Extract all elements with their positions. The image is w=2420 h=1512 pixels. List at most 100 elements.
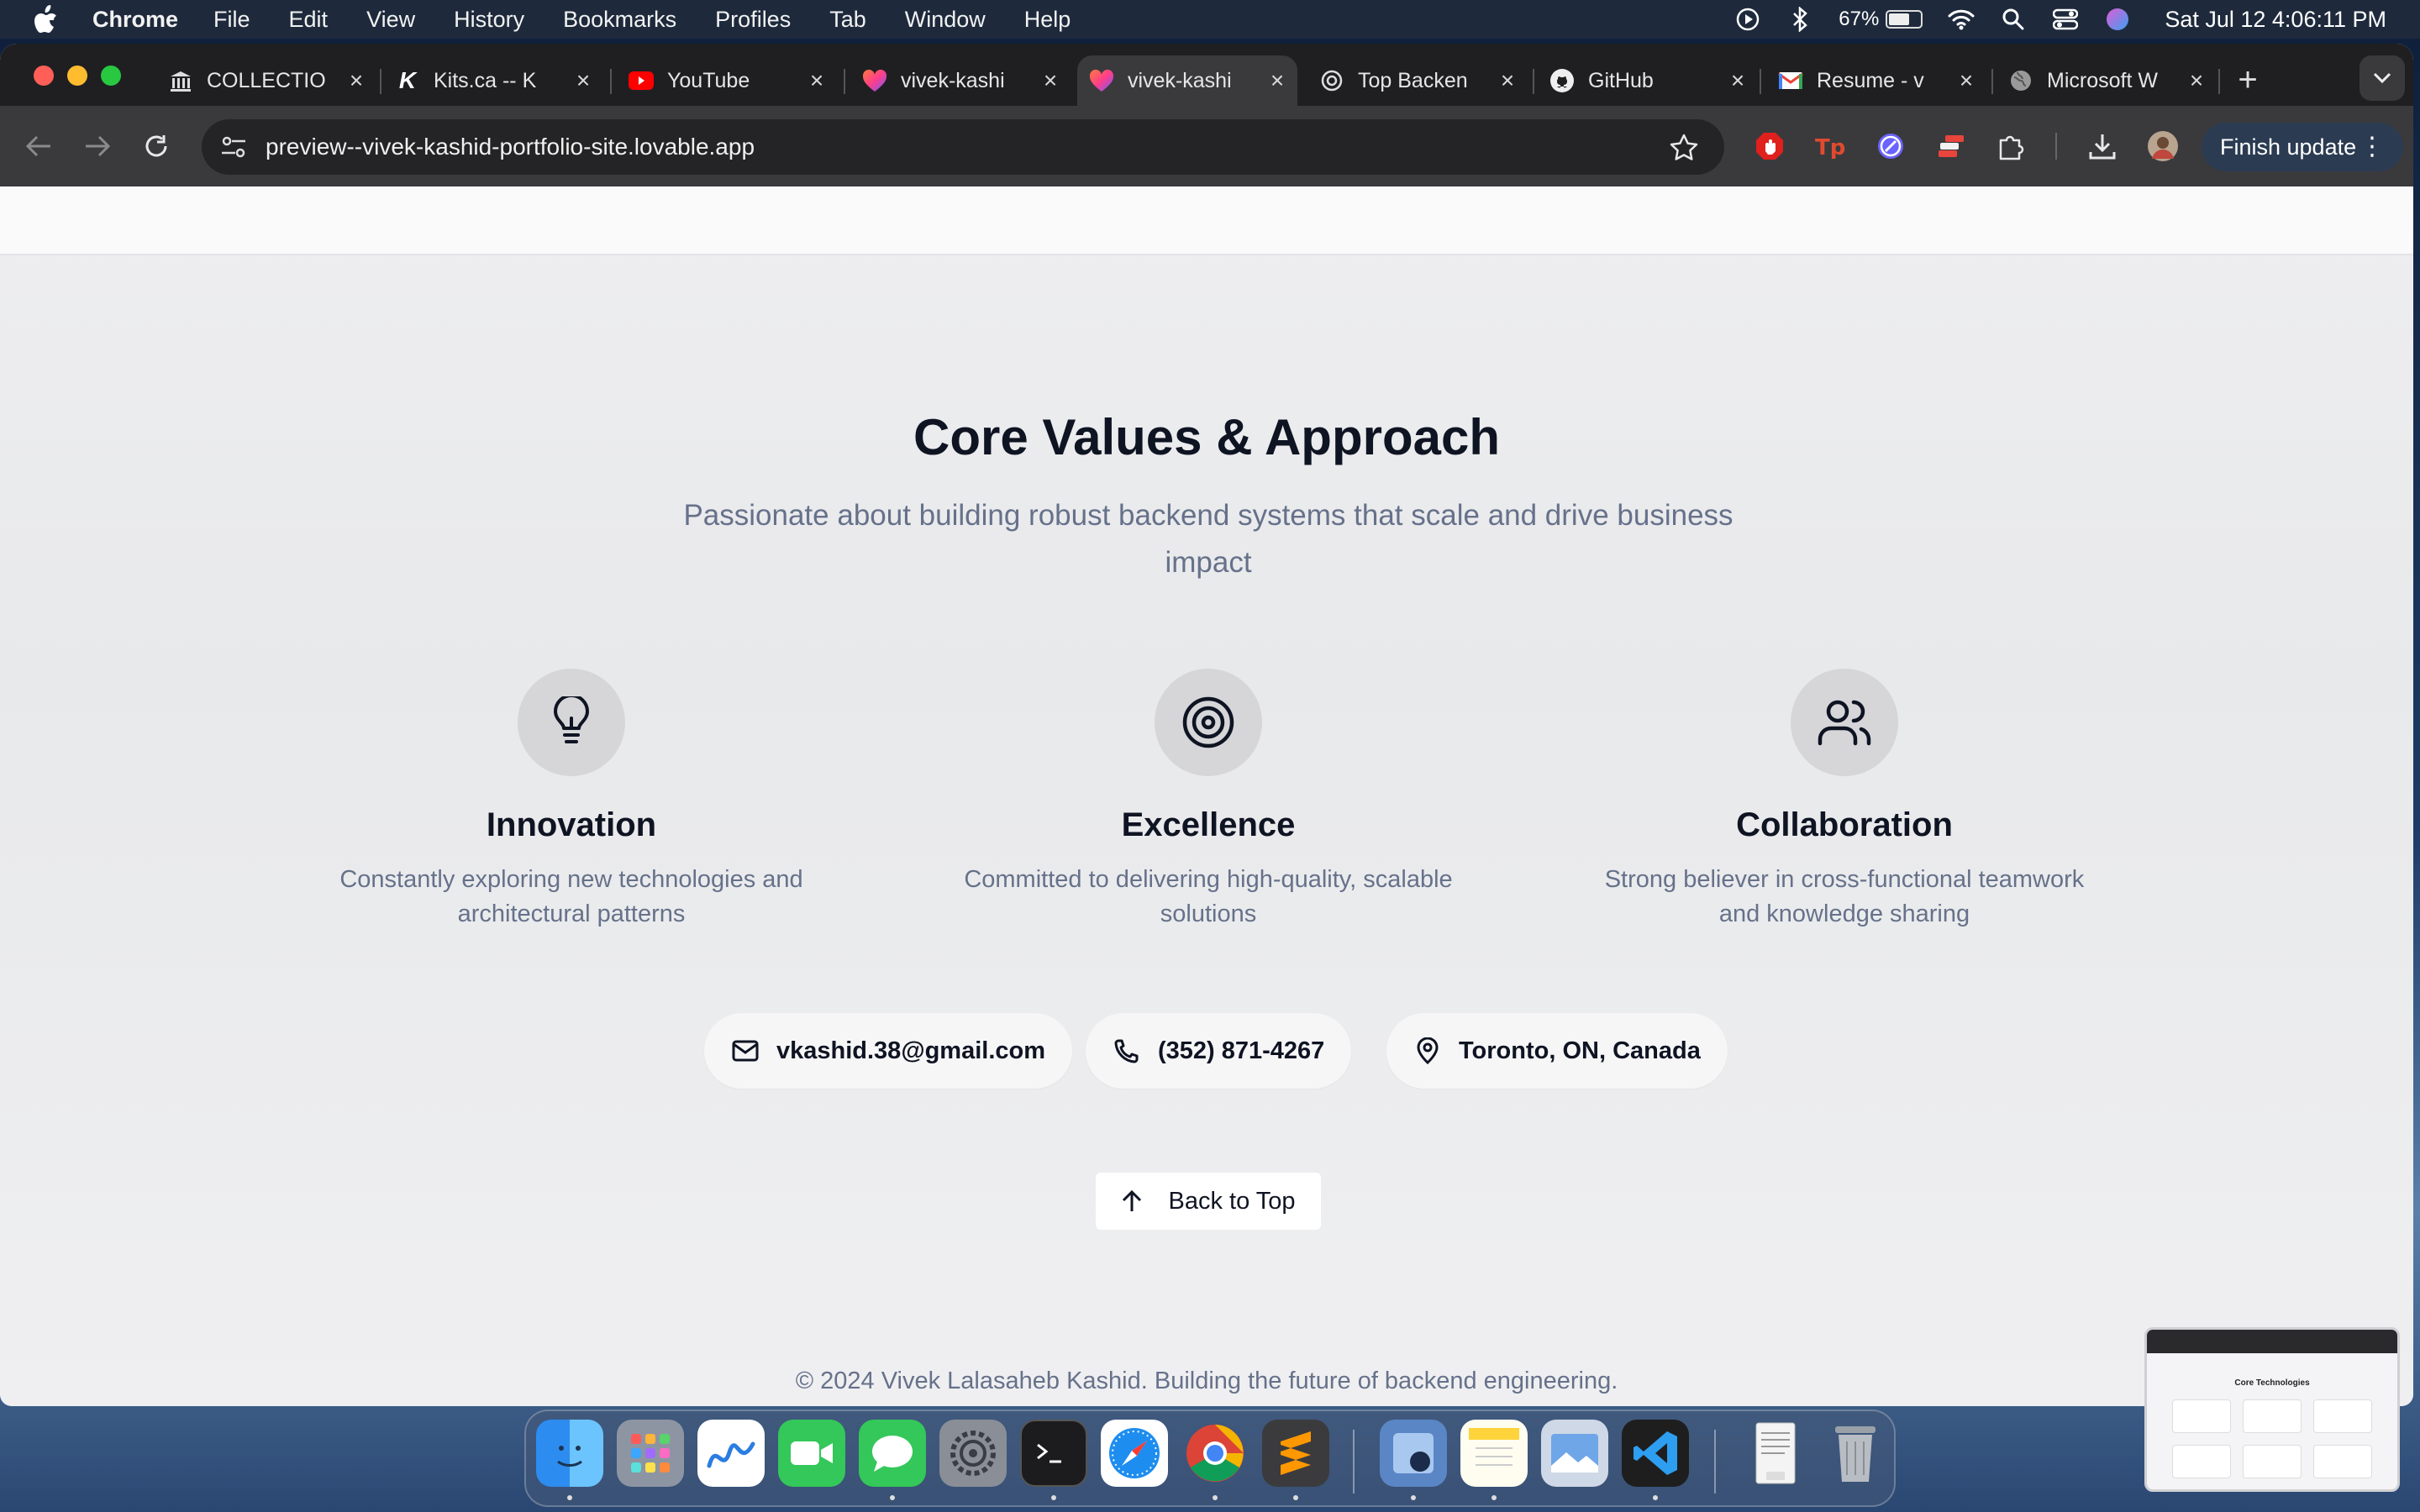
spotlight-search-icon[interactable] — [2000, 6, 2027, 33]
siri-icon[interactable] — [2104, 6, 2131, 33]
previous-section-edge — [0, 186, 2413, 255]
youtube-icon — [629, 71, 654, 90]
notes-icon[interactable] — [1460, 1420, 1528, 1487]
tab-top-backend[interactable]: Top Backen × — [1307, 55, 1528, 106]
zoom-window-button[interactable] — [101, 66, 121, 86]
image-viewer-icon[interactable] — [1541, 1420, 1608, 1487]
menu-edit[interactable]: Edit — [289, 7, 329, 33]
menu-profiles[interactable]: Profiles — [715, 7, 791, 33]
stack-extension-icon[interactable] — [1934, 129, 1968, 163]
menu-help[interactable]: Help — [1024, 7, 1071, 33]
profile-avatar[interactable] — [2146, 129, 2180, 163]
phone-icon — [1113, 1037, 1141, 1065]
close-tab-icon[interactable]: × — [803, 67, 830, 94]
dock-separator — [1714, 1430, 1716, 1494]
tab-youtube[interactable]: YouTube × — [617, 55, 837, 106]
back-to-top-button[interactable]: Back to Top — [1096, 1173, 1321, 1230]
address-bar[interactable]: preview--vivek-kashid-portfolio-site.lov… — [202, 119, 1724, 175]
tab-title: vivek-kashi — [1128, 68, 1232, 92]
tab-resume-gmail[interactable]: Resume - v × — [1766, 55, 1986, 106]
tab-vivek-kashid-active[interactable]: vivek-kashi × — [1077, 55, 1297, 106]
phone-contact-pill[interactable]: (352) 871-4267 — [1086, 1013, 1352, 1089]
close-tab-icon[interactable]: × — [1953, 67, 1980, 94]
running-indicator — [567, 1495, 572, 1500]
messages-icon[interactable] — [859, 1420, 926, 1487]
close-tab-icon[interactable]: × — [1037, 67, 1064, 94]
downloads-icon[interactable] — [2086, 129, 2119, 163]
menubar-clock[interactable]: Sat Jul 12 4:06:11 PM — [2165, 7, 2386, 33]
screenshot-thumbnail[interactable]: Core Technologies — [2144, 1327, 2400, 1492]
battery-icon — [1886, 10, 1923, 29]
forward-button[interactable] — [79, 128, 116, 165]
sublime-text-icon[interactable] — [1262, 1420, 1329, 1487]
tab-vivek-kashid-1[interactable]: vivek-kashi × — [850, 55, 1071, 106]
terminal-icon[interactable] — [1020, 1420, 1087, 1487]
url-text[interactable]: preview--vivek-kashid-portfolio-site.lov… — [266, 134, 755, 160]
bookmark-star-icon[interactable] — [1669, 133, 1699, 163]
bluetooth-icon[interactable] — [1786, 6, 1813, 33]
close-tab-icon[interactable]: × — [570, 67, 597, 94]
close-window-button[interactable] — [34, 66, 54, 86]
launchpad-icon[interactable] — [617, 1420, 684, 1487]
close-tab-icon[interactable]: × — [343, 67, 370, 94]
tab-github[interactable]: GitHub × — [1538, 55, 1758, 106]
chrome-icon[interactable] — [1181, 1420, 1249, 1487]
tp-extension-icon[interactable]: Tp — [1813, 129, 1847, 163]
back-button[interactable] — [20, 128, 57, 165]
safari-icon[interactable] — [1101, 1420, 1168, 1487]
close-tab-icon[interactable]: × — [1494, 67, 1521, 94]
trash-icon[interactable] — [1822, 1420, 1889, 1487]
section-title: Core Values & Approach — [913, 409, 1500, 465]
menu-app-chrome[interactable]: Chrome — [92, 7, 178, 33]
documents-stack-icon[interactable] — [1741, 1420, 1808, 1487]
site-info-icon[interactable] — [218, 132, 249, 162]
tab-search-button[interactable] — [2360, 55, 2405, 101]
reload-button[interactable] — [138, 128, 175, 165]
icon-circle — [1791, 669, 1898, 776]
location-text: Toronto, ON, Canada — [1459, 1037, 1701, 1064]
finish-update-button[interactable]: Finish update ⋮ — [2202, 123, 2403, 171]
adblock-extension-icon[interactable] — [1753, 129, 1786, 163]
extensions-puzzle-icon[interactable] — [1995, 129, 2028, 163]
menu-history[interactable]: History — [454, 7, 524, 33]
thumbnail-card — [2313, 1399, 2372, 1433]
menu-tab[interactable]: Tab — [829, 7, 866, 33]
menu-file[interactable]: File — [213, 7, 250, 33]
map-pin-icon — [1413, 1037, 1442, 1065]
macos-dock — [524, 1410, 1896, 1507]
close-tab-icon[interactable]: × — [2183, 67, 2210, 94]
close-tab-icon[interactable]: × — [1264, 67, 1291, 94]
minimize-window-button[interactable] — [67, 66, 87, 86]
tab-collections[interactable]: COLLECTIO × — [156, 55, 376, 106]
tab-title: GitHub — [1588, 68, 1654, 92]
preview-icon[interactable] — [1380, 1420, 1447, 1487]
value-title: Collaboration — [1736, 806, 1953, 843]
vscode-icon[interactable] — [1622, 1420, 1689, 1487]
macos-menubar: Chrome File Edit View History Bookmarks … — [0, 0, 2420, 39]
new-tab-button[interactable]: + — [2228, 60, 2267, 99]
menu-window[interactable]: Window — [905, 7, 986, 33]
thumbnail-title: Core Technologies — [2234, 1378, 2310, 1388]
value-description: Committed to delivering high-quality, sc… — [964, 866, 1453, 927]
finish-update-label: Finish update — [2220, 134, 2357, 160]
tab-kits[interactable]: K Kits.ca -- K × — [383, 55, 603, 106]
battery-status[interactable]: 67% — [1839, 8, 1923, 31]
system-settings-icon[interactable] — [939, 1420, 1007, 1487]
compass-extension-icon[interactable] — [1874, 129, 1907, 163]
play-circle-icon[interactable] — [1734, 6, 1761, 33]
finder-icon[interactable] — [536, 1420, 603, 1487]
more-vertical-icon[interactable]: ⋮ — [2360, 131, 2385, 163]
apple-logo-icon[interactable] — [34, 5, 59, 34]
menu-bookmarks[interactable]: Bookmarks — [563, 7, 676, 33]
email-contact-pill[interactable]: vkashid.38@gmail.com — [704, 1013, 1073, 1089]
wifi-icon[interactable] — [1948, 6, 1975, 33]
thumbnail-card — [2243, 1445, 2302, 1478]
tab-microsoft[interactable]: Microsoft W × — [1996, 55, 2217, 106]
tab-separator — [380, 69, 381, 94]
close-tab-icon[interactable]: × — [1724, 67, 1751, 94]
control-center-icon[interactable] — [2052, 6, 2079, 33]
facetime-icon[interactable] — [778, 1420, 845, 1487]
location-contact-pill[interactable]: Toronto, ON, Canada — [1386, 1013, 1728, 1089]
freeform-icon[interactable] — [697, 1420, 765, 1487]
menu-view[interactable]: View — [366, 7, 415, 33]
